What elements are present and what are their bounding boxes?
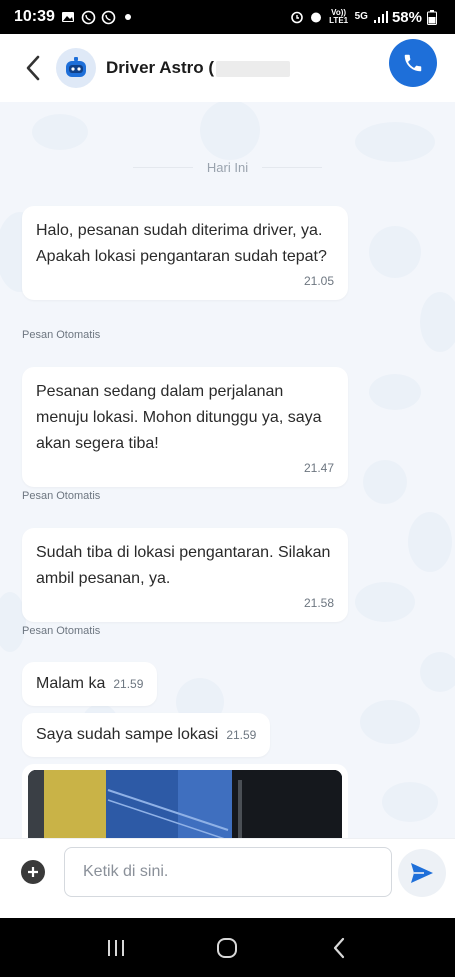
message-text: Sudah tiba di lokasi pengantaran. Silaka… — [36, 544, 331, 587]
message-time: 21.05 — [303, 274, 334, 288]
message-text: Saya sudah sampe lokasi — [36, 726, 219, 743]
message-time: 21.58 — [303, 596, 334, 610]
message-bubble[interactable]: Malam ka 21.59 — [22, 662, 158, 706]
phone-icon — [404, 54, 422, 72]
chat-header: Driver Astro ( — [0, 34, 455, 102]
attach-button[interactable] — [21, 860, 45, 884]
message-time: 21.59 — [226, 728, 257, 742]
divider — [132, 167, 193, 168]
image-message[interactable] — [22, 764, 348, 838]
home-icon — [217, 937, 238, 958]
message-text: Malam ka — [36, 675, 106, 692]
message-time: 21.47 — [303, 461, 334, 475]
photo-thumbnail[interactable] — [28, 770, 342, 838]
back-icon — [334, 937, 345, 958]
divider — [262, 167, 323, 168]
message-bubble[interactable]: Halo, pesanan sudah diterima driver, ya.… — [22, 206, 348, 300]
date-separator-label: Hari Ini — [206, 160, 249, 175]
redacted-name — [216, 60, 291, 77]
battery-percent: 58% — [391, 8, 422, 26]
recent-apps-icon — [107, 939, 124, 956]
auto-message-label: Pesan Otomatis — [22, 625, 101, 637]
driver-bot-icon — [66, 57, 86, 77]
chevron-left-icon — [26, 55, 40, 81]
status-right: Vo)) LTE1 5G 58% — [290, 9, 441, 26]
battery-icon — [427, 10, 441, 25]
message-text: Halo, pesanan sudah diterima driver, ya.… — [36, 222, 327, 265]
signal-icon — [373, 10, 388, 24]
whatsapp-icon — [101, 10, 116, 25]
network-5g-icon: 5G — [354, 11, 368, 22]
chat-area[interactable]: Hari Ini Halo, pesanan sudah diterima dr… — [0, 102, 455, 838]
auto-message-label: Pesan Otomatis — [22, 490, 101, 502]
driver-name: Driver Astro ( — [106, 58, 215, 77]
location-photo — [28, 770, 342, 838]
driver-name-title: Driver Astro ( — [106, 58, 291, 78]
alarm-icon — [309, 10, 323, 24]
system-nav-bar — [0, 918, 455, 977]
status-bar: 10:39 Vo)) LTE1 5G 58% — [0, 0, 455, 34]
send-button[interactable] — [398, 849, 446, 897]
message-input[interactable] — [64, 847, 392, 897]
message-bubble[interactable]: Pesanan sedang dalam perjalanan menuju l… — [22, 367, 348, 487]
alarm-icon — [290, 10, 304, 24]
message-time: 21.59 — [113, 677, 144, 691]
message-input-bar — [0, 838, 455, 918]
whatsapp-icon — [81, 10, 96, 25]
message-bubble[interactable]: Saya sudah sampe lokasi 21.59 — [22, 713, 271, 757]
back-button[interactable] — [20, 53, 46, 83]
message-text: Pesanan sedang dalam perjalanan menuju l… — [36, 383, 322, 452]
gallery-icon — [61, 10, 75, 24]
send-icon — [411, 863, 433, 883]
avatar — [56, 48, 96, 88]
home-button[interactable] — [207, 928, 247, 968]
call-button[interactable] — [389, 39, 437, 87]
message-bubble[interactable]: Sudah tiba di lokasi pengantaran. Silaka… — [22, 528, 348, 622]
volte-icon: Vo)) LTE1 — [329, 8, 349, 25]
notification-dot-icon — [124, 14, 131, 20]
status-left: 10:39 — [14, 8, 131, 26]
plus-circle-icon — [28, 867, 38, 877]
date-separator: Hari Ini — [0, 160, 455, 175]
system-back-button[interactable] — [319, 928, 359, 968]
recent-apps-button[interactable] — [96, 928, 136, 968]
status-time: 10:39 — [14, 8, 55, 25]
auto-message-label: Pesan Otomatis — [22, 329, 101, 341]
